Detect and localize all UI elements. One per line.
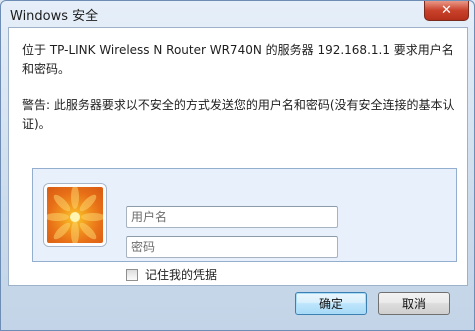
server-message: 位于 TP-LINK Wireless N Router WR740N 的服务器…: [22, 43, 454, 76]
remember-credentials[interactable]: 记住我的凭据: [126, 266, 217, 283]
close-icon: ✕: [441, 3, 452, 18]
security-warning: 警告: 此服务器要求以不安全的方式发送您的用户名和密码(没有安全连接的基本认证)…: [22, 98, 455, 131]
remember-checkbox[interactable]: [126, 268, 138, 281]
ok-button[interactable]: 确定: [295, 292, 367, 315]
username-input[interactable]: [126, 206, 338, 228]
remember-label: 记住我的凭据: [145, 268, 218, 282]
security-dialog: Windows 安全 ✕ 位于 TP-LINK Wireless N Route…: [0, 0, 475, 331]
credential-panel: 记住我的凭据: [32, 168, 457, 282]
cancel-button[interactable]: 取消: [378, 292, 450, 315]
password-input[interactable]: [126, 236, 338, 258]
dialog-content: 位于 TP-LINK Wireless N Router WR740N 的服务器…: [8, 27, 468, 286]
user-tile-flower-icon: [44, 184, 106, 246]
close-button[interactable]: ✕: [424, 1, 469, 21]
window-title: Windows 安全: [10, 9, 99, 24]
